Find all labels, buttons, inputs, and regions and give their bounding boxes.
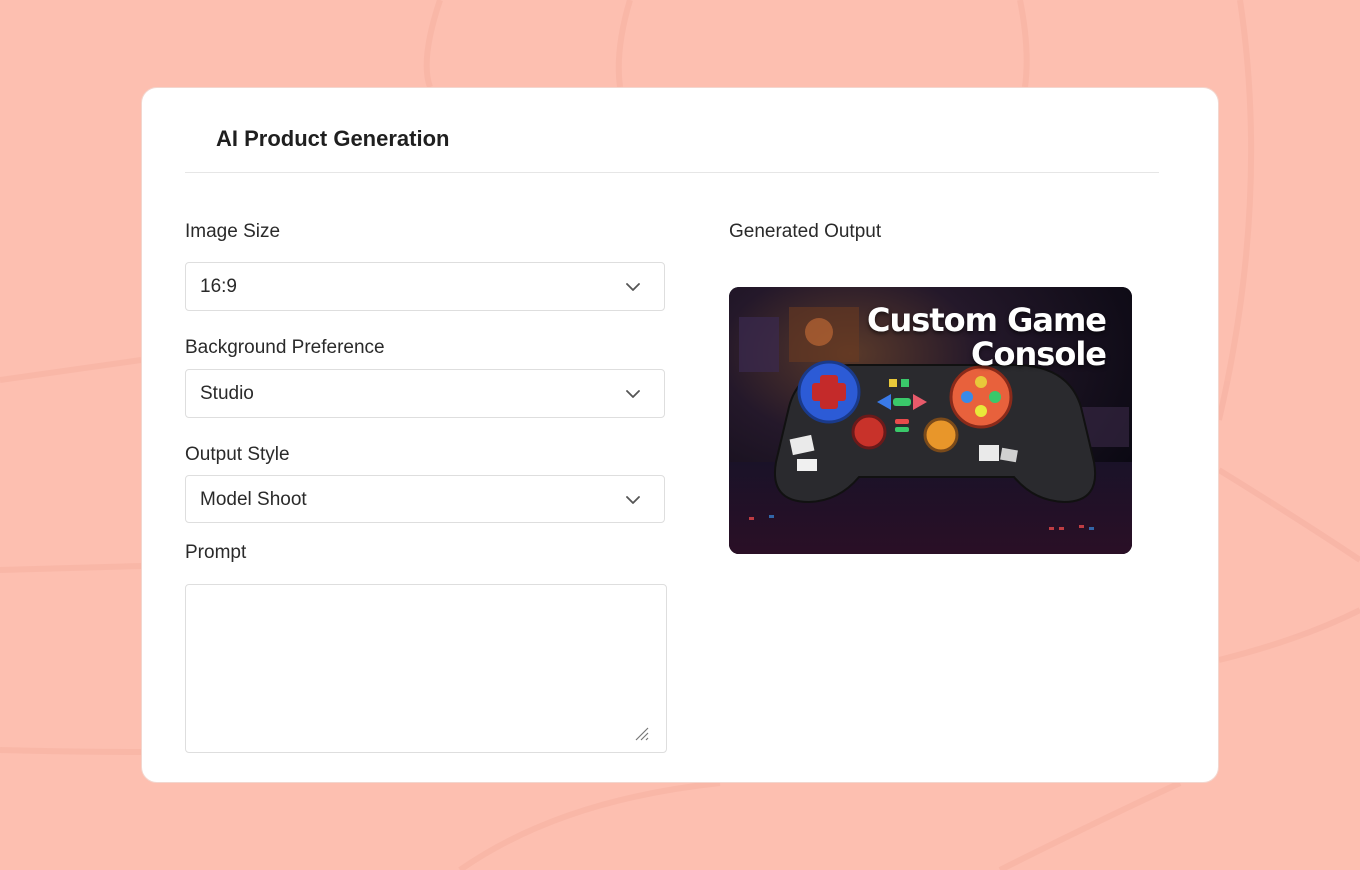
generated-output-image[interactable]: Custom Game Console [729,287,1132,554]
background-preference-label: Background Preference [185,337,385,358]
output-style-select[interactable]: Model Shoot [185,475,665,523]
generated-output-label: Generated Output [729,221,882,242]
header-divider [185,172,1159,173]
chevron-down-icon [626,390,640,398]
ai-product-generation-card: AI Product Generation Image Size 16:9 Ba… [141,87,1219,783]
image-size-value: 16:9 [200,276,237,297]
chevron-down-icon [626,283,640,291]
image-size-select[interactable]: 16:9 [185,262,665,311]
background-preference-value: Studio [200,383,254,404]
image-caption-line2: Console [971,335,1107,373]
output-style-value: Model Shoot [200,489,307,510]
background-preference-select[interactable]: Studio [185,369,665,418]
prompt-textarea[interactable] [185,584,667,753]
chevron-down-icon [626,496,640,504]
image-caption: Custom Game Console [867,301,1107,373]
resize-handle-icon[interactable] [632,724,650,742]
image-size-label: Image Size [185,221,281,242]
image-caption-line1: Custom Game [867,301,1107,339]
page-title: AI Product Generation [216,126,450,151]
prompt-label: Prompt [185,542,247,563]
output-style-label: Output Style [185,444,290,465]
